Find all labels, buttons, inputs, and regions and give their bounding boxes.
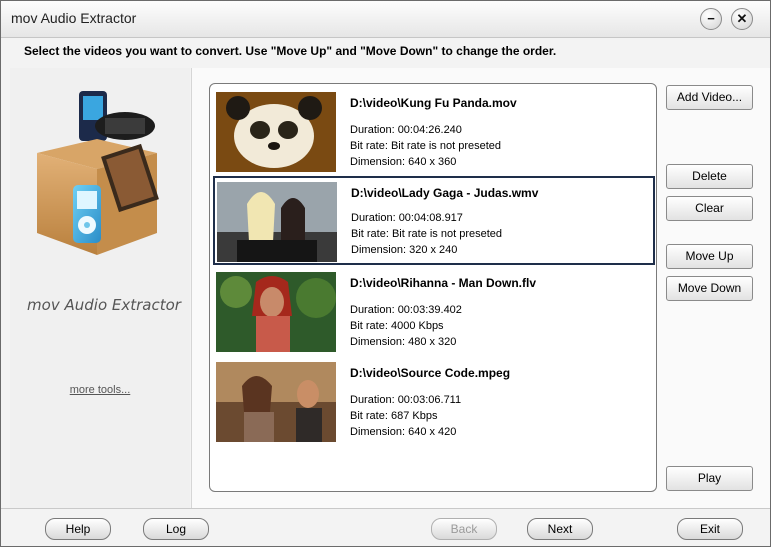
video-duration: Duration: 00:04:08.917 — [351, 212, 463, 224]
video-dimension: Dimension: 640 x 360 — [350, 156, 457, 168]
video-filename: D:\video\Source Code.mpeg — [350, 366, 511, 380]
app-window: mov Audio Extractor − ✕ Select the video… — [0, 0, 771, 547]
video-filename: D:\video\Lady Gaga - Judas.wmv — [351, 186, 539, 200]
video-duration: Duration: 00:03:39.402 — [350, 304, 462, 316]
close-icon: ✕ — [736, 11, 748, 26]
video-thumbnail — [216, 92, 336, 172]
video-thumbnail — [216, 272, 336, 352]
video-duration: Duration: 00:03:06.711 — [350, 394, 462, 406]
delete-button[interactable]: Delete — [666, 164, 753, 189]
video-item[interactable]: D:\video\Rihanna - Man Down.flv Duration… — [213, 267, 653, 354]
next-button[interactable]: Next — [527, 518, 593, 540]
video-bitrate: Bit rate: Bit rate is not preseted — [350, 140, 502, 152]
video-bitrate: Bit rate: 687 Kbps — [350, 410, 438, 422]
video-list[interactable]: D:\video\Kung Fu Panda.mov Duration: 00:… — [209, 83, 657, 492]
title-bar: mov Audio Extractor − ✕ — [1, 1, 770, 37]
video-thumbnail — [217, 182, 337, 262]
product-box-logo — [37, 91, 159, 255]
instruction-text: Select the videos you want to convert. U… — [24, 44, 557, 58]
video-dimension: Dimension: 480 x 320 — [350, 336, 457, 348]
video-duration: Duration: 00:04:26.240 — [350, 124, 462, 136]
video-bitrate: Bit rate: 4000 Kbps — [350, 320, 444, 332]
window-title: mov Audio Extractor — [11, 10, 137, 26]
video-bitrate: Bit rate: Bit rate is not preseted — [351, 228, 503, 240]
play-button[interactable]: Play — [666, 466, 753, 491]
video-filename: D:\video\Rihanna - Man Down.flv — [350, 276, 537, 290]
brand-name: mov Audio Extractor — [27, 296, 181, 314]
minimize-button[interactable]: − — [700, 8, 722, 30]
footer-divider — [1, 508, 770, 509]
video-item[interactable]: D:\video\Kung Fu Panda.mov Duration: 00:… — [213, 87, 653, 174]
move-down-button[interactable]: Move Down — [666, 276, 753, 301]
video-filename: D:\video\Kung Fu Panda.mov — [350, 96, 517, 110]
minimize-icon: − — [707, 11, 715, 26]
log-button[interactable]: Log — [143, 518, 209, 540]
move-up-button[interactable]: Move Up — [666, 244, 753, 269]
exit-button[interactable]: Exit — [677, 518, 743, 540]
help-button[interactable]: Help — [45, 518, 111, 540]
clear-button[interactable]: Clear — [666, 196, 753, 221]
video-dimension: Dimension: 320 x 240 — [351, 244, 458, 256]
video-item[interactable]: D:\video\Source Code.mpeg Duration: 00:0… — [213, 357, 653, 444]
title-divider — [1, 37, 770, 38]
video-dimension: Dimension: 640 x 420 — [350, 426, 457, 438]
video-item[interactable]: D:\video\Lady Gaga - Judas.wmv Duration:… — [213, 176, 655, 265]
video-thumbnail — [216, 362, 336, 442]
close-button[interactable]: ✕ — [731, 8, 753, 30]
add-video-button[interactable]: Add Video... — [666, 85, 753, 110]
back-button[interactable]: Back — [431, 518, 497, 540]
more-tools-link[interactable]: more tools... — [10, 384, 190, 396]
